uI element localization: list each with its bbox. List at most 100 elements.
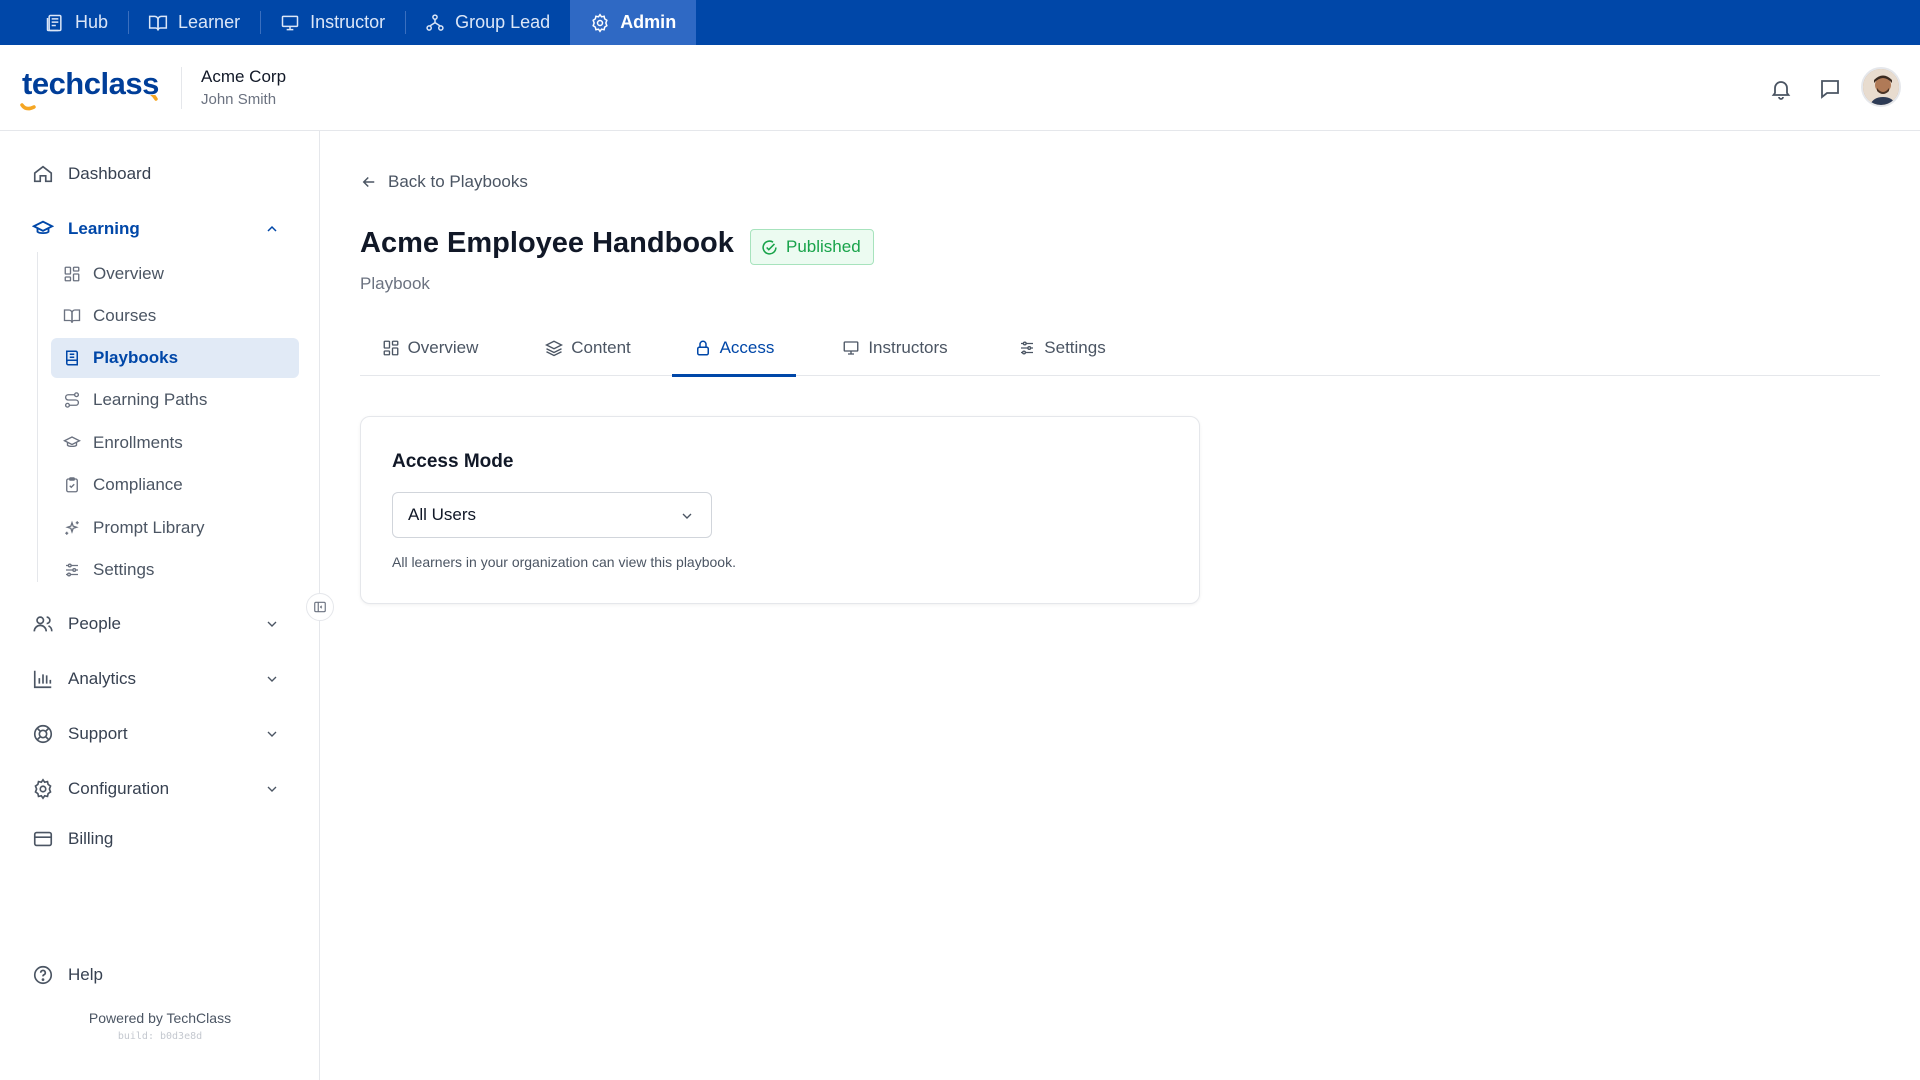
sidebar-item-configuration[interactable]: Configuration <box>32 773 292 805</box>
chevron-down-icon <box>267 676 277 682</box>
access-mode-value: All Users <box>408 505 477 524</box>
back-to-playbooks-link[interactable]: Back to Playbooks <box>360 172 528 192</box>
tab-overview[interactable]: Overview <box>380 320 480 376</box>
subitem-label: Overview <box>93 264 164 283</box>
role-hub[interactable]: Hub <box>25 0 128 45</box>
status-badge-label: Published <box>786 237 861 256</box>
presentation-icon <box>281 15 299 30</box>
panel-collapse-icon <box>314 601 326 613</box>
subitem-label: Courses <box>93 306 157 325</box>
book-open-icon <box>63 309 81 323</box>
sidebar-item-label: Help <box>68 965 103 984</box>
tab-label: Settings <box>1044 338 1106 357</box>
lock-icon <box>696 340 709 356</box>
home-icon <box>33 165 53 183</box>
tab-settings[interactable]: Settings <box>1012 320 1112 376</box>
sidebar-item-dashboard[interactable]: Dashboard <box>32 158 292 190</box>
bell-icon[interactable] <box>1769 77 1793 101</box>
access-mode-select[interactable]: All Users <box>392 492 712 538</box>
back-label: Back to Playbooks <box>388 172 528 191</box>
subitem-label: Settings <box>93 560 155 579</box>
logo-swoosh-icon <box>20 95 158 111</box>
sidebar-subitem-playbooks[interactable]: Playbooks <box>51 338 299 378</box>
sidebar-item-help[interactable]: Help <box>32 959 292 991</box>
sidebar-item-billing[interactable]: Billing <box>32 823 292 855</box>
subitem-label: Playbooks <box>93 348 179 367</box>
subitem-label: Prompt Library <box>93 518 205 537</box>
clipboard-check-icon <box>66 477 78 493</box>
tab-access[interactable]: Access <box>672 320 796 377</box>
build-id: build: b0d3e8d <box>117 1031 203 1042</box>
access-mode-card: Access Mode All Users All learners in yo… <box>360 416 1200 604</box>
sliders-icon <box>1021 341 1034 355</box>
presentation-icon <box>843 341 859 355</box>
sidebar-item-label: Configuration <box>68 779 170 798</box>
sidebar-item-label: Billing <box>68 829 114 848</box>
sidebar-item-learning[interactable]: Learning <box>32 213 292 245</box>
tab-instructors[interactable]: Instructors <box>836 320 954 376</box>
role-learner[interactable]: Learner <box>128 0 260 45</box>
credit-card-icon <box>33 831 53 847</box>
access-mode-title: Access Mode <box>392 451 514 472</box>
gear-icon <box>592 12 608 33</box>
role-group-lead[interactable]: Group Lead <box>405 0 570 45</box>
org-name: Acme Corp <box>201 67 287 86</box>
page-title: Acme Employee Handbook <box>360 227 734 259</box>
check-circle-icon <box>762 239 777 255</box>
techclass-logo[interactable]: techclass <box>20 67 162 111</box>
graduation-cap-icon <box>63 436 81 448</box>
app-header: techclass Acme Corp John Smith <box>0 45 1920 131</box>
network-icon <box>426 13 444 31</box>
arrow-left-icon <box>362 176 375 188</box>
access-mode-help-text: All learners in your organization can vi… <box>392 554 736 570</box>
sidebar-collapse-button[interactable] <box>306 593 334 621</box>
message-icon[interactable] <box>1818 77 1842 101</box>
sidebar-subitem-overview[interactable]: Overview <box>51 254 299 294</box>
sidebar-item-label: Dashboard <box>68 164 152 183</box>
chevron-up-icon <box>267 225 277 232</box>
chevron-down-icon <box>267 786 277 792</box>
sidebar-subitem-compliance[interactable]: Compliance <box>51 465 299 505</box>
sidebar-item-label: Analytics <box>68 669 137 688</box>
playbook-icon <box>66 350 78 366</box>
tab-label: Content <box>571 338 631 357</box>
sidebar-subitem-settings[interactable]: Settings <box>51 550 299 590</box>
role-group-lead-label: Group Lead <box>455 12 551 32</box>
sidebar-subitem-courses[interactable]: Courses <box>51 296 299 336</box>
sidebar-subitem-prompt-library[interactable]: Prompt Library <box>51 508 299 548</box>
role-instructor[interactable]: Instructor <box>260 0 405 45</box>
chevron-down-icon <box>267 621 277 627</box>
chevron-down-icon <box>682 513 692 519</box>
subitem-label: Compliance <box>93 475 183 494</box>
role-hub-label: Hub <box>75 12 109 32</box>
avatar-image <box>1863 69 1899 105</box>
status-badge: Published <box>750 229 874 265</box>
sidebar-item-people[interactable]: People <box>32 608 292 640</box>
sidebar-item-support[interactable]: Support <box>32 718 292 750</box>
page-subtitle: Playbook <box>360 274 430 293</box>
sidebar-item-analytics[interactable]: Analytics <box>32 663 292 695</box>
gear-icon <box>34 778 52 800</box>
user-name: John Smith <box>201 91 277 108</box>
subitem-label: Learning Paths <box>93 390 208 409</box>
tab-label: Overview <box>407 338 479 357</box>
tab-content[interactable]: Content <box>540 320 636 376</box>
layers-icon <box>545 340 564 357</box>
role-instructor-label: Instructor <box>310 12 386 32</box>
hub-icon <box>46 14 62 31</box>
sidebar-item-label: Support <box>68 724 128 743</box>
sidebar-subitem-learning-paths[interactable]: Learning Paths <box>51 380 299 420</box>
grid-icon <box>383 340 398 356</box>
avatar[interactable] <box>1861 67 1901 107</box>
playbook-tabs: Overview Content Access Instructors Sett… <box>360 320 1880 377</box>
book-open-icon <box>148 15 168 31</box>
sidebar-subitem-enrollments[interactable]: Enrollments <box>51 423 299 463</box>
tab-label: Instructors <box>868 338 948 357</box>
role-admin[interactable]: Admin <box>570 0 697 45</box>
header-divider <box>181 67 182 109</box>
grid-icon <box>64 266 80 282</box>
sidebar-item-label: People <box>68 614 121 633</box>
role-learner-label: Learner <box>178 12 241 32</box>
users-icon <box>33 616 53 632</box>
help-circle-icon <box>33 965 53 985</box>
